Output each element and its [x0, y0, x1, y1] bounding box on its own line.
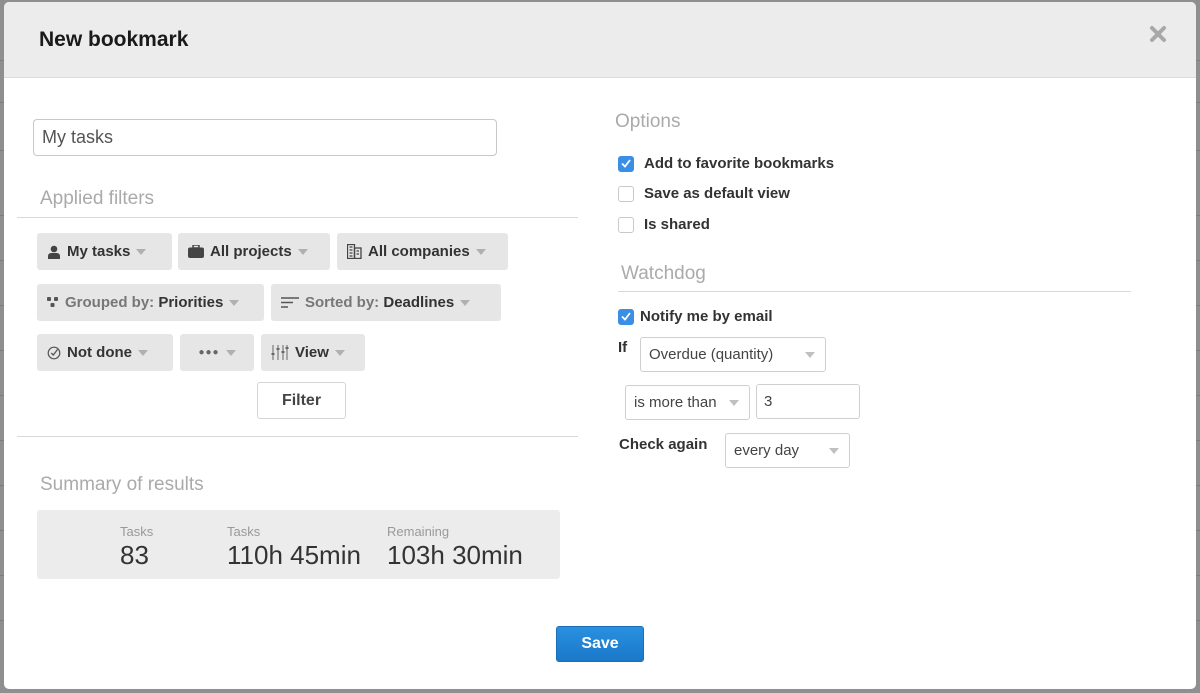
chip-prefix: Sorted by:	[305, 294, 380, 311]
stat-label: Remaining	[387, 524, 450, 539]
divider	[17, 217, 578, 218]
stat-label: Tasks	[227, 524, 261, 539]
chevron-down-icon	[805, 351, 815, 358]
options-title: Options	[615, 111, 681, 132]
chevron-down-icon	[334, 349, 345, 356]
check-again-label: Check again	[619, 436, 708, 453]
stat-task-time: Tasks 110h 45min	[227, 524, 361, 571]
filter-chip-projects[interactable]: All projects	[178, 233, 330, 270]
save-button[interactable]: Save	[556, 626, 644, 662]
chevron-down-icon	[829, 447, 839, 454]
sliders-icon	[271, 345, 289, 360]
sort-icon	[281, 297, 299, 308]
chevron-down-icon	[225, 349, 236, 356]
close-button[interactable]	[1148, 24, 1168, 44]
chip-label: All projects	[210, 243, 292, 260]
option-is-shared[interactable]: Is shared	[618, 216, 710, 233]
building-icon	[347, 244, 362, 259]
watchdog-notify-email[interactable]: Notify me by email	[618, 308, 773, 325]
stat-value: 83	[120, 540, 149, 570]
option-label: Notify me by email	[640, 308, 773, 325]
if-label: If	[618, 339, 628, 356]
filter-button[interactable]: Filter	[257, 382, 346, 419]
checkbox-checked[interactable]	[618, 155, 634, 172]
bookmark-name-input[interactable]	[33, 119, 497, 156]
watchdog-title: Watchdog	[621, 263, 706, 284]
filter-chip-sorted-by[interactable]: Sorted by: Deadlines	[271, 284, 501, 321]
divider	[618, 291, 1131, 292]
checkmark-icon	[621, 159, 631, 168]
group-icon	[47, 297, 59, 308]
stat-value: 110h 45min	[227, 540, 361, 570]
select-value: every day	[734, 442, 800, 459]
filter-chip-status[interactable]: Not done	[37, 334, 173, 371]
modal-title: New bookmark	[39, 28, 189, 51]
modal-header: New bookmark	[4, 2, 1196, 78]
chip-label: All companies	[368, 243, 470, 260]
filter-chip-grouped-by[interactable]: Grouped by: Priorities	[37, 284, 264, 321]
option-label: Is shared	[644, 216, 710, 233]
stat-task-count: Tasks 83	[120, 524, 153, 571]
checkbox-unchecked[interactable]	[618, 185, 634, 202]
stat-remaining: Remaining 103h 30min	[387, 524, 523, 571]
chevron-down-icon	[460, 299, 471, 306]
chevron-down-icon	[297, 248, 308, 255]
condition-select[interactable]: Overdue (quantity)	[640, 337, 826, 372]
chevron-down-icon	[229, 299, 240, 306]
filter-chip-more[interactable]: ●●●	[180, 334, 254, 371]
summary-title: Summary of results	[40, 474, 204, 495]
divider	[17, 436, 578, 437]
checkbox-checked[interactable]	[618, 308, 634, 325]
option-label: Save as default view	[644, 185, 790, 202]
chip-label: Priorities	[158, 294, 224, 311]
summary-box: Tasks 83 Tasks 110h 45min Remaining 103h…	[37, 510, 560, 579]
option-default-view[interactable]: Save as default view	[618, 185, 790, 202]
chip-label: View	[295, 344, 329, 361]
stat-label: Tasks	[120, 524, 154, 539]
filter-chip-assignee[interactable]: My tasks	[37, 233, 172, 270]
select-value: is more than	[634, 394, 717, 411]
option-add-favorite[interactable]: Add to favorite bookmarks	[618, 155, 834, 172]
filter-chip-view[interactable]: View	[261, 334, 365, 371]
chip-label: My tasks	[67, 243, 131, 260]
threshold-input[interactable]	[756, 384, 860, 419]
chevron-down-icon	[138, 349, 148, 356]
chevron-down-icon	[729, 399, 739, 406]
chevron-down-icon	[475, 248, 486, 255]
checkmark-icon	[621, 312, 631, 321]
chip-prefix: Grouped by:	[65, 294, 155, 311]
checkbox-unchecked[interactable]	[618, 216, 634, 233]
more-dots-icon: ●●●	[198, 347, 220, 358]
chip-label: Deadlines	[383, 294, 455, 311]
close-x-icon	[1150, 26, 1166, 42]
filter-chip-companies[interactable]: All companies	[337, 233, 508, 270]
frequency-select[interactable]: every day	[725, 433, 850, 468]
new-bookmark-modal: New bookmark Applied filters My tasks Al…	[4, 2, 1196, 689]
chevron-down-icon	[136, 248, 147, 255]
check-circle-icon	[47, 346, 61, 360]
select-value: Overdue (quantity)	[649, 346, 774, 363]
chip-label: Not done	[67, 344, 132, 361]
applied-filters-title: Applied filters	[40, 188, 155, 209]
user-icon	[47, 245, 61, 259]
briefcase-icon	[188, 245, 204, 258]
stat-value: 103h 30min	[387, 540, 523, 570]
comparator-select[interactable]: is more than	[625, 385, 750, 420]
option-label: Add to favorite bookmarks	[644, 155, 835, 172]
